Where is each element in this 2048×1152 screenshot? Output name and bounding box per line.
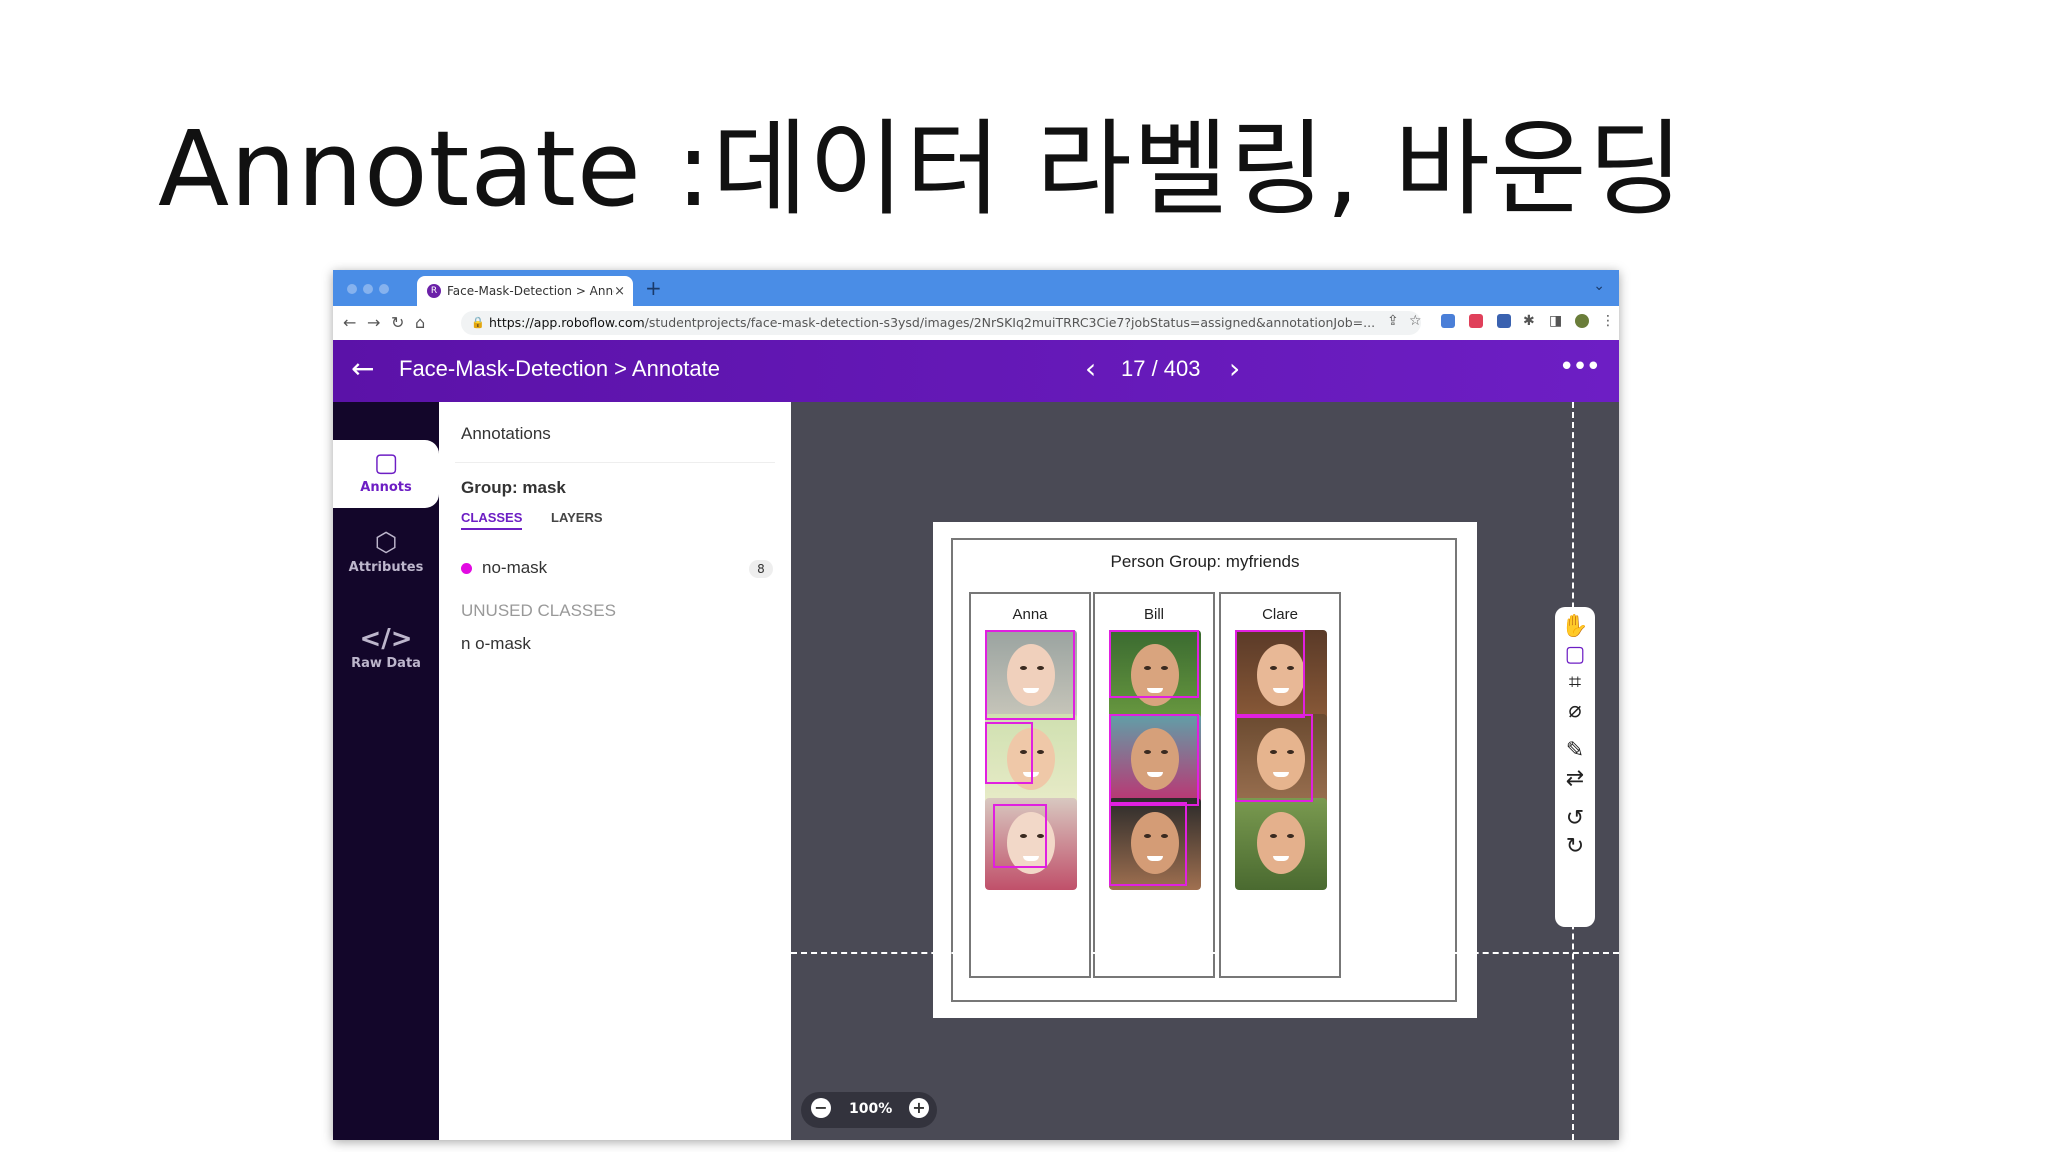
unused-class-item[interactable]: n o-mask	[461, 634, 531, 654]
zoom-out-button[interactable]: −	[811, 1098, 831, 1118]
window-maximize-dot[interactable]	[379, 284, 389, 294]
pocket-extension-icon[interactable]	[1469, 314, 1483, 328]
prev-image-chevron-icon[interactable]: ‹	[1085, 352, 1096, 385]
sticky-note-icon: ▢	[373, 448, 399, 478]
group-label: Group: mask	[461, 478, 566, 497]
bounding-box[interactable]	[1235, 630, 1305, 718]
column-name: Bill	[1143, 606, 1164, 623]
annotation-canvas[interactable]: Person Group: myfriends Anna Bill Clare …	[791, 402, 1619, 1140]
slide-title: Annotate :데이터 라벨링, 바운딩	[158, 108, 1685, 230]
image-column-bill: Bill	[1093, 592, 1215, 978]
window-close-dot[interactable]	[347, 284, 357, 294]
nav-label-annots: Annots	[360, 480, 412, 495]
tab-layers[interactable]: LAYERS	[551, 510, 603, 525]
roboflow-favicon-icon: R	[427, 284, 441, 298]
class-count-badge: 8	[749, 560, 773, 578]
reload-icon[interactable]: ↻	[391, 313, 404, 332]
share-icon[interactable]: ⇪	[1387, 313, 1399, 329]
app-header: ← Face-Mask-Detection > Annotate ‹ 17 / …	[333, 340, 1619, 402]
side-panel-icon[interactable]: ◨	[1549, 313, 1562, 329]
panel-divider	[455, 462, 775, 463]
url-path: /studentprojects/face-mask-detection-s3y…	[644, 315, 1376, 330]
browser-window: R Face-Mask-Detection > Annot × + ⌄ ← → …	[333, 270, 1619, 1140]
image-title: Person Group: myfriends	[1110, 552, 1300, 571]
nav-item-raw-data[interactable]: </> Raw Data	[333, 616, 439, 684]
browser-tabbar: R Face-Mask-Detection > Annot × + ⌄	[333, 270, 1619, 306]
browser-menu-icon[interactable]: ⋮	[1601, 313, 1615, 329]
tag-icon: ⬡	[374, 528, 398, 558]
url-host: https://app.roboflow.com	[489, 315, 645, 330]
tab-close-icon[interactable]: ×	[614, 284, 625, 299]
bounding-box[interactable]	[1109, 714, 1199, 806]
extension-icon[interactable]	[1497, 314, 1511, 328]
translate-extension-icon[interactable]	[1441, 314, 1455, 328]
annotated-image[interactable]: Person Group: myfriends Anna Bill Clare	[933, 522, 1477, 1018]
tab-title: Face-Mask-Detection > Annot	[447, 284, 615, 298]
bounding-box[interactable]	[1235, 714, 1313, 802]
back-arrow-icon[interactable]: ←	[351, 352, 374, 385]
browser-forward-icon[interactable]: →	[367, 313, 380, 332]
profile-avatar[interactable]	[1575, 314, 1589, 328]
unused-classes-heading: UNUSED CLASSES	[461, 601, 616, 620]
tab-classes[interactable]: CLASSES	[461, 510, 523, 530]
code-icon: </>	[359, 624, 413, 654]
url-field[interactable]: 🔒 https://app.roboflow.com/studentprojec…	[461, 311, 1421, 335]
lock-icon: 🔒	[471, 316, 485, 329]
column-name: Anna	[1012, 606, 1048, 623]
smart-polygon-wand-icon[interactable]: ✎	[1555, 737, 1595, 765]
next-image-chevron-icon[interactable]: ›	[1229, 352, 1240, 385]
new-tab-button[interactable]: +	[645, 276, 662, 300]
class-color-dot	[461, 563, 472, 575]
column-name: Clare	[1262, 606, 1298, 623]
zoom-in-button[interactable]: +	[909, 1098, 929, 1118]
bookmark-star-icon[interactable]: ☆	[1409, 313, 1422, 329]
nav-label-attributes: Attributes	[348, 560, 424, 575]
annotations-panel: Annotations Group: mask CLASSES LAYERS n…	[439, 402, 791, 1140]
image-counter: 17 / 403	[1121, 356, 1201, 381]
panel-heading: Annotations	[461, 424, 551, 443]
repeat-previous-icon[interactable]: ⇄	[1555, 765, 1595, 793]
image-column-anna: Anna	[969, 592, 1091, 978]
tab-search-chevron-icon[interactable]: ⌄	[1593, 278, 1605, 294]
crosshair-horizontal	[791, 952, 1619, 954]
bounding-box-tool-icon[interactable]: ▢	[1555, 641, 1595, 669]
breadcrumb[interactable]: Face-Mask-Detection > Annotate	[399, 356, 720, 382]
more-options-icon[interactable]: •••	[1559, 352, 1601, 382]
bounding-box[interactable]	[985, 630, 1075, 720]
annotation-toolbar: ✋ ▢ ⌗ ⌀ ✎ ⇄ ↺ ↻	[1555, 607, 1595, 927]
nav-item-annots[interactable]: ▢ Annots	[333, 440, 439, 508]
bounding-box[interactable]	[993, 804, 1047, 868]
redo-icon[interactable]: ↻	[1555, 833, 1595, 861]
zoom-control: − 100% +	[801, 1092, 937, 1128]
bounding-box[interactable]	[985, 722, 1033, 784]
zoom-level: 100%	[849, 1101, 893, 1117]
undo-icon[interactable]: ↺	[1555, 805, 1595, 833]
nav-item-attributes[interactable]: ⬡ Attributes	[333, 520, 439, 588]
window-minimize-dot[interactable]	[363, 284, 373, 294]
puzzle-extensions-icon[interactable]: ✱	[1523, 313, 1535, 329]
class-item-no-mask[interactable]: no-mask	[461, 558, 547, 578]
image-column-clare: Clare	[1219, 592, 1341, 978]
null-annotation-icon[interactable]: ⌀	[1555, 697, 1595, 725]
nav-label-raw-data: Raw Data	[351, 656, 421, 671]
bounding-box[interactable]	[1109, 630, 1199, 698]
left-nav: ▢ Annots ⬡ Attributes </> Raw Data	[333, 402, 439, 1140]
home-icon[interactable]: ⌂	[415, 313, 425, 332]
address-bar: ← → ↻ ⌂ 🔒 https://app.roboflow.com/stude…	[333, 306, 1619, 341]
browser-back-icon[interactable]: ←	[343, 313, 356, 332]
class-name: no-mask	[482, 558, 548, 577]
bounding-box[interactable]	[1109, 802, 1187, 886]
drag-hand-icon[interactable]: ✋	[1555, 613, 1595, 641]
polygon-tool-icon[interactable]: ⌗	[1555, 669, 1595, 697]
face-photo	[1235, 798, 1327, 890]
browser-tab[interactable]: R Face-Mask-Detection > Annot ×	[417, 276, 633, 306]
